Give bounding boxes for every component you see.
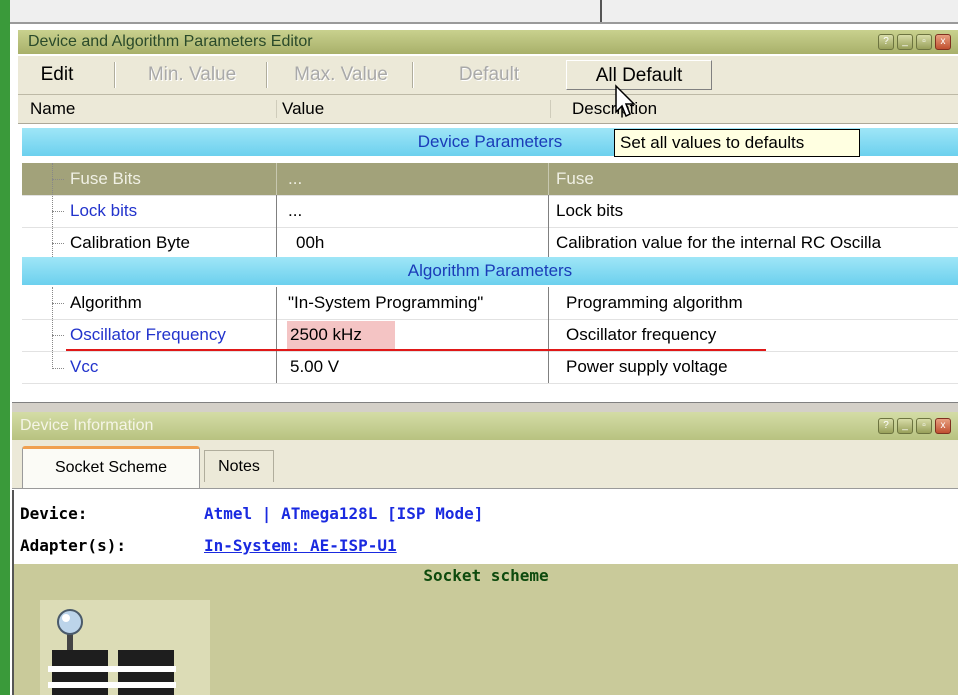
isp-connector-icon (48, 609, 176, 695)
toolbar-separator (266, 62, 268, 88)
all-default-button[interactable]: All Default (566, 60, 712, 90)
param-row-calibration-byte[interactable]: Calibration Byte 00h Calibration value f… (22, 227, 958, 260)
info-title: Device Information (20, 417, 154, 434)
close-icon[interactable]: x (935, 418, 951, 434)
editor-title: Device and Algorithm Parameters Editor (28, 33, 313, 50)
arrow-cursor-icon (615, 84, 636, 118)
tree-line (52, 368, 64, 369)
param-row-oscillator-frequency[interactable]: Oscillator Frequency 2500 kHz Oscillator… (22, 319, 958, 352)
param-name: Vcc (70, 357, 99, 376)
info-tab-bar: Socket Scheme Notes (12, 440, 958, 489)
tab-notes[interactable]: Notes (204, 450, 274, 482)
help-icon[interactable]: ? (878, 34, 894, 50)
info-title-bar: Device Information ? _ ▫ x (12, 412, 958, 440)
param-description: Programming algorithm (566, 293, 743, 312)
param-value: 00h (296, 233, 325, 252)
top-divider (600, 0, 602, 22)
restore-icon[interactable]: ▫ (916, 418, 932, 434)
param-description: Fuse (556, 169, 594, 188)
editor-title-bar: Device and Algorithm Parameters Editor ?… (18, 30, 958, 54)
edit-button[interactable]: Edit (22, 60, 92, 90)
adapter-label: Adapter(s): (20, 536, 126, 555)
socket-scheme-title: Socket scheme (423, 566, 549, 585)
column-value[interactable]: Value (282, 95, 324, 123)
restore-icon[interactable]: ▫ (916, 34, 932, 50)
max-value-button[interactable]: Max. Value (270, 60, 412, 90)
column-divider[interactable] (550, 100, 551, 118)
tree-line (52, 243, 64, 244)
param-row-algorithm[interactable]: Algorithm "In-System Programming" Progra… (22, 287, 958, 320)
param-value: 2500 kHz (290, 325, 362, 344)
param-description: Oscillator frequency (566, 325, 717, 344)
toolbar-separator (412, 62, 414, 88)
tree-line (52, 287, 54, 369)
column-name[interactable]: Name (30, 95, 75, 123)
min-value-button[interactable]: Min. Value (118, 60, 266, 90)
param-row-lock-bits[interactable]: Lock bits ... Lock bits (22, 195, 958, 228)
tooltip: Set all values to defaults (614, 129, 860, 157)
tree-line (52, 211, 64, 212)
param-description: Calibration value for the internal RC Os… (556, 233, 882, 252)
device-label: Device: (20, 504, 88, 523)
tree-line (52, 303, 64, 304)
param-description: Lock bits (556, 201, 624, 220)
param-row-fuse-bits[interactable]: Fuse Bits ... Fuse (22, 163, 958, 196)
annotation-underline (66, 349, 766, 351)
param-row-vcc[interactable]: Vcc 5.00 V Power supply voltage (22, 351, 958, 384)
tree-line (52, 335, 64, 336)
column-header: Name Value Description (18, 95, 958, 124)
param-value: 5.00 V (290, 357, 340, 376)
param-value: "In-System Programming" (288, 293, 484, 312)
minimize-icon[interactable]: _ (897, 34, 913, 50)
toolbar-separator (114, 62, 116, 88)
top-panel-strip (10, 0, 958, 24)
window-frame (0, 0, 10, 695)
tab-socket-scheme[interactable]: Socket Scheme (22, 446, 200, 488)
editor-toolbar: Edit Min. Value Max. Value Default All D… (18, 56, 958, 95)
column-divider[interactable] (276, 100, 277, 118)
param-value: ... (288, 201, 303, 220)
device-value: Atmel | ATmega128L [ISP Mode] (204, 504, 484, 523)
section-algorithm-parameters[interactable]: Algorithm Parameters (22, 257, 958, 285)
help-icon[interactable]: ? (878, 418, 894, 434)
param-description: Power supply voltage (566, 357, 728, 376)
adapter-link[interactable]: In-System: AE-ISP-U1 (204, 536, 397, 555)
close-icon[interactable]: x (935, 34, 951, 50)
tree-line (52, 179, 64, 180)
param-value: ... (288, 169, 303, 188)
minimize-icon[interactable]: _ (897, 418, 913, 434)
default-button[interactable]: Default (416, 60, 562, 90)
